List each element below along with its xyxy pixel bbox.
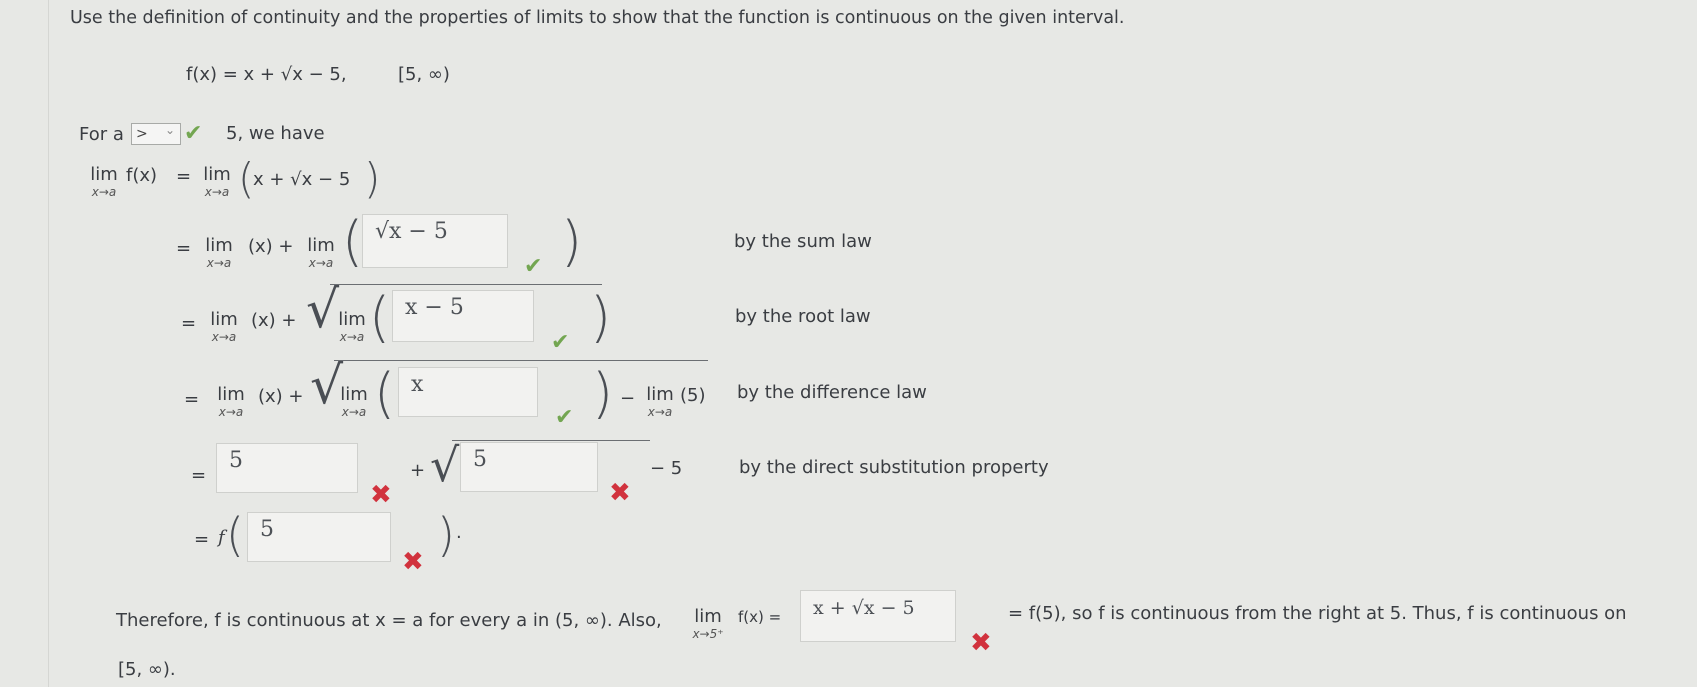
- open-paren: (: [226, 508, 244, 562]
- cross-icon: ✖: [402, 547, 424, 577]
- check-icon: ✔: [184, 121, 203, 146]
- limit-operator: lim x→a: [307, 235, 335, 271]
- limit-operator: lim x→a: [203, 164, 231, 200]
- relation-select-value: >: [136, 126, 148, 142]
- equals-sign: =: [191, 465, 207, 486]
- chevron-down-icon: ⌄: [164, 123, 175, 137]
- limit-operator: lim x→a: [210, 309, 238, 345]
- equals-sign: =: [184, 389, 200, 410]
- close-paren: ): [364, 154, 381, 203]
- fx-equals: f(x) =: [738, 608, 782, 626]
- radical-bar: [330, 284, 602, 285]
- close-paren: ): [561, 210, 583, 273]
- radical-bar: [452, 440, 650, 441]
- root-law-answer-box[interactable]: x − 5: [392, 290, 534, 342]
- limit-lhs: lim x→a: [90, 164, 118, 200]
- open-paren: (: [342, 210, 364, 273]
- constant-term: (5): [680, 385, 706, 406]
- close-paren: ): [590, 286, 612, 349]
- cross-icon: ✖: [370, 480, 392, 510]
- equals-sign: =: [176, 166, 192, 187]
- function-f: f: [218, 527, 225, 548]
- line1-expression: x + √x − 5: [253, 169, 351, 190]
- check-icon: ✔: [524, 254, 543, 279]
- conclusion-part3: [5, ∞).: [118, 659, 176, 680]
- minus-sign: −: [620, 388, 636, 409]
- conclusion-part2: = f(5), so f is continuous from the righ…: [1008, 603, 1627, 624]
- function-definition: f(x) = x + √x − 5,: [186, 64, 347, 85]
- minus-five: − 5: [650, 458, 683, 479]
- line3-term1: (x) +: [251, 310, 297, 331]
- cross-icon: ✖: [970, 628, 992, 658]
- direct-substitution-label: by the direct substitution property: [739, 457, 1049, 478]
- open-paren: (: [238, 154, 255, 203]
- limit-operator: lim x→a: [217, 384, 245, 420]
- equals-sign: =: [176, 238, 192, 259]
- limit-operator: lim x→a: [646, 384, 674, 420]
- relation-select[interactable]: > ⌄: [131, 123, 181, 145]
- sum-law-answer-box[interactable]: √x − 5: [362, 214, 508, 268]
- conclusion-part1: Therefore, f is continuous at x = a for …: [116, 610, 662, 631]
- period: .: [456, 522, 462, 543]
- limit-operator: lim x→a: [338, 309, 366, 345]
- check-icon: ✔: [551, 330, 570, 355]
- radical-sign: √: [430, 438, 460, 492]
- limit-operator: lim x→a: [205, 235, 233, 271]
- radical-bar: [334, 360, 708, 361]
- substitution-answer-box-2[interactable]: 5: [460, 442, 598, 492]
- open-paren: (: [369, 286, 391, 349]
- difference-law-answer-box[interactable]: x: [398, 367, 538, 417]
- page-divider-line: [48, 0, 49, 687]
- open-paren: (: [374, 362, 396, 425]
- sum-law-label: by the sum law: [734, 231, 872, 252]
- cross-icon: ✖: [609, 478, 631, 508]
- interval-text: [5, ∞): [398, 64, 450, 85]
- instruction-text: Use the definition of continuity and the…: [70, 8, 1125, 28]
- substitution-answer-box-1[interactable]: 5: [216, 443, 358, 493]
- limit-operator: lim x→a: [340, 384, 368, 420]
- final-answer-box[interactable]: 5: [247, 512, 391, 562]
- line4-term1: (x) +: [258, 386, 304, 407]
- difference-law-label: by the difference law: [737, 382, 927, 403]
- check-icon: ✔: [555, 405, 574, 430]
- lhs-function: f(x): [126, 165, 158, 186]
- for-a-label: For a: [79, 124, 124, 145]
- right-limit-answer-box[interactable]: x + √x − 5: [800, 590, 956, 642]
- close-paren: ): [592, 362, 614, 425]
- equals-sign: =: [194, 529, 210, 550]
- root-law-label: by the root law: [735, 306, 871, 327]
- line2-term1: (x) +: [248, 236, 294, 257]
- plus-sign: +: [410, 460, 426, 481]
- we-have-text: 5, we have: [226, 123, 325, 144]
- equals-sign: =: [181, 313, 197, 334]
- limit-operator: lim x→5⁺: [692, 606, 724, 642]
- close-paren: ): [437, 508, 455, 562]
